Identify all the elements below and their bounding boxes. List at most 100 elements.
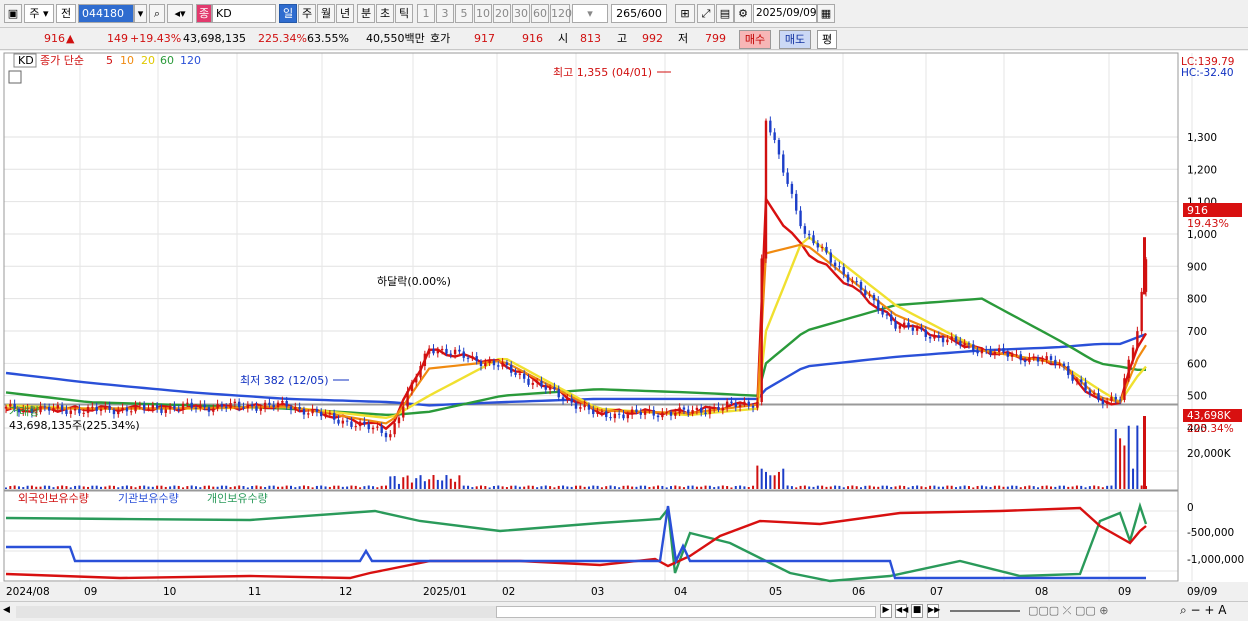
volume-bar <box>100 486 102 489</box>
volume-bar <box>933 485 936 489</box>
volume-bar <box>657 485 660 489</box>
candle-body <box>138 404 142 406</box>
scroll-thumb[interactable] <box>496 606 876 618</box>
candle-body <box>1092 393 1096 395</box>
interval-120[interactable]: 120 <box>550 4 572 23</box>
volume-bar <box>1037 487 1040 489</box>
candle-body <box>173 405 176 409</box>
volume-bar <box>125 485 128 489</box>
volume-bar <box>294 487 297 489</box>
candle-body <box>1010 354 1014 357</box>
volume-bar <box>467 485 470 489</box>
zoom-slider[interactable] <box>950 610 1020 612</box>
volume-bar <box>626 485 629 489</box>
volume-bar <box>959 486 962 489</box>
gear-icon[interactable]: ⚙ <box>734 4 752 23</box>
volume-bar <box>885 485 888 489</box>
volume-bar <box>471 487 474 489</box>
code-dropdown-icon[interactable]: ▾ <box>134 4 147 23</box>
x-label-13: 09 <box>1118 586 1131 598</box>
candle-body <box>540 381 543 387</box>
date-input[interactable]: 2025/09/09 <box>753 4 817 23</box>
candle-body <box>1067 366 1070 376</box>
y-tick-500: 500 <box>1187 391 1207 403</box>
period-tab-month[interactable]: 월 <box>317 4 335 23</box>
buy-button[interactable]: 매수 <box>739 30 771 49</box>
custom-interval-select[interactable]: ▾ <box>572 4 608 23</box>
stock-name-field[interactable]: KD <box>212 4 276 23</box>
candle-body <box>242 407 245 409</box>
candle-body <box>1049 356 1053 360</box>
period-tab-day[interactable]: 일 <box>279 4 297 23</box>
save-icon[interactable]: ▤ <box>716 4 734 23</box>
volume-bar <box>1119 438 1122 489</box>
market-select[interactable]: 주 ▾ <box>24 4 54 23</box>
low-label: 저 <box>678 32 689 45</box>
speaker-icon[interactable]: ◂▾ <box>167 4 193 23</box>
scroll-track[interactable] <box>16 606 496 618</box>
candle-body <box>700 407 703 413</box>
volume-bar <box>436 479 439 489</box>
candle-body <box>276 402 280 408</box>
period-tab-week[interactable]: 주 <box>298 4 316 23</box>
volume-bar <box>575 485 577 489</box>
interval-20[interactable]: 20 <box>493 4 511 23</box>
x-axis-band <box>0 582 1248 601</box>
stock-code-input[interactable]: 044180 <box>78 4 134 23</box>
rewind-icon[interactable]: ◀◀ <box>895 604 908 618</box>
volume-bar <box>69 487 72 489</box>
volume-bar <box>449 478 452 489</box>
zoom-controls[interactable]: ⌕ − + A <box>1180 603 1226 618</box>
volume-bar <box>769 475 772 489</box>
forward-icon[interactable]: ▶▶ <box>927 604 940 618</box>
layout-icons[interactable]: ▢▢▢ ⤫ ▢▢ ⊕ <box>1028 604 1108 618</box>
sell-button[interactable]: 매도 <box>779 30 811 49</box>
interval-5[interactable]: 5 <box>455 4 473 23</box>
volume-bar <box>717 486 720 489</box>
volume-value: 43,698,135 <box>183 32 246 45</box>
volume-bar <box>1110 485 1113 489</box>
candle-body <box>574 402 578 409</box>
candle-body <box>600 411 604 413</box>
interval-10[interactable]: 10 <box>474 4 492 23</box>
view-count-input[interactable]: 265/600 <box>611 4 667 23</box>
volume-bar <box>816 485 819 489</box>
volume-bar <box>415 478 418 489</box>
search-icon[interactable]: ⌕ <box>149 4 165 23</box>
candle-body <box>518 373 522 375</box>
scroll-left-icon[interactable]: ◀ <box>3 605 15 618</box>
candle-body <box>769 120 772 133</box>
volume-bar <box>834 485 837 489</box>
interval-30[interactable]: 30 <box>512 4 530 23</box>
volume-bar <box>864 485 867 489</box>
volume-bar <box>320 485 323 489</box>
exchange-select[interactable]: 전 <box>56 4 76 23</box>
volume-bar <box>553 487 556 489</box>
calendar-icon[interactable]: ▦ <box>817 4 835 23</box>
candle-body <box>691 410 694 414</box>
chart-tools-icon[interactable]: ⊞ <box>675 4 695 23</box>
interval-3[interactable]: 3 <box>436 4 454 23</box>
period-tab-second[interactable]: 초 <box>376 4 394 23</box>
volume-bar <box>268 485 271 489</box>
eval-button[interactable]: 평 <box>817 30 837 49</box>
candle-body <box>389 434 392 438</box>
candle-body <box>967 343 971 345</box>
period-tab-tick[interactable]: 틱 <box>395 4 413 23</box>
volume-bar <box>480 485 482 489</box>
interval-60[interactable]: 60 <box>531 4 549 23</box>
window-menu-icon[interactable]: ▣ <box>4 4 22 23</box>
volume-bar <box>212 486 215 489</box>
stop-icon[interactable]: ■ <box>911 604 923 618</box>
table-icon[interactable] <box>8 70 22 84</box>
next-icon[interactable]: ▶ <box>880 604 892 618</box>
volume-bar <box>1088 486 1091 489</box>
draw-tools-icon[interactable]: ⤢ <box>697 4 715 23</box>
interval-1[interactable]: 1 <box>417 4 435 23</box>
volume-bar <box>963 485 966 489</box>
volume-bar <box>514 485 517 489</box>
x-label-1: 09 <box>84 586 97 598</box>
period-tab-minute[interactable]: 분 <box>357 4 375 23</box>
candle-body <box>475 356 478 362</box>
period-tab-year[interactable]: 년 <box>336 4 354 23</box>
